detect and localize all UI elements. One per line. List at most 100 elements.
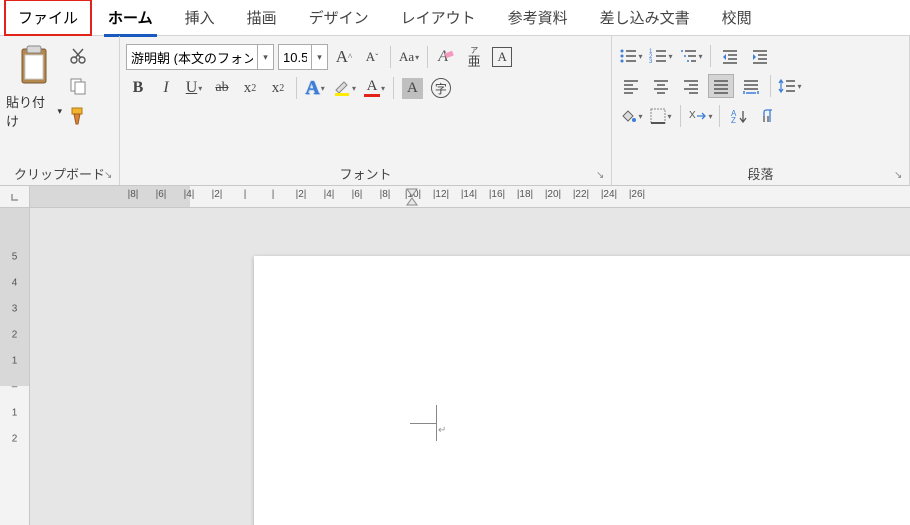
paint-bucket-icon (619, 108, 637, 124)
align-justify-icon (712, 78, 730, 94)
enclose-characters-button[interactable]: 字 (429, 76, 453, 100)
indent-marker-icon[interactable] (406, 186, 418, 208)
horizontal-ruler[interactable]: |8||6||4||2||||2||4||6||8||10||12||14||1… (30, 186, 910, 208)
chevron-down-icon: ▾ (414, 53, 419, 62)
ltr-button[interactable]: X ▾ (687, 104, 713, 128)
shading-button[interactable]: ▾ (618, 104, 644, 128)
show-marks-button[interactable] (756, 104, 782, 128)
separator (296, 77, 297, 99)
font-size-combo[interactable]: ▾ (278, 44, 328, 70)
borders-button[interactable]: ▾ (648, 104, 674, 128)
decrease-indent-button[interactable] (717, 44, 743, 68)
work-area: 54321–12 ↵ (0, 208, 910, 525)
svg-text:3: 3 (649, 59, 653, 64)
tab-layout[interactable]: レイアウト (385, 0, 492, 36)
subscript-button[interactable]: x2 (238, 76, 262, 100)
text-direction-ltr-icon: X (687, 108, 707, 124)
font-name-input[interactable] (127, 50, 257, 65)
text-effects-button[interactable]: A ▾ (303, 76, 327, 100)
chevron-down-icon: ▾ (351, 84, 356, 93)
line-spacing-icon (778, 78, 796, 94)
vertical-ruler[interactable]: 54321–12 (0, 208, 30, 525)
chevron-down-icon[interactable]: ▾ (311, 45, 327, 69)
align-justify-button[interactable] (708, 74, 734, 98)
increase-indent-button[interactable] (747, 44, 773, 68)
bullets-button[interactable]: ▾ (618, 44, 644, 68)
strikethrough-button[interactable]: ab (210, 76, 234, 100)
copy-button[interactable] (66, 74, 90, 98)
tab-home[interactable]: ホーム (92, 0, 169, 36)
outdent-icon (721, 48, 739, 64)
shrink-font-button[interactable]: Aˇ (360, 45, 384, 69)
separator (393, 77, 394, 99)
chevron-down-icon: ▾ (637, 112, 642, 121)
superscript-button[interactable]: x2 (266, 76, 290, 100)
cut-button[interactable] (66, 44, 90, 68)
change-case-button[interactable]: Aa▾ (397, 45, 421, 69)
tab-selector[interactable] (0, 186, 30, 208)
bold-button[interactable]: B (126, 76, 150, 100)
ribbon-tabs: ファイル ホーム 挿入 描画 デザイン レイアウト 参考資料 差し込み文書 校閲 (0, 0, 910, 36)
font-color-button[interactable]: A ▾ (362, 76, 387, 100)
group-label-paragraph: 段落 (618, 162, 903, 183)
page (254, 256, 910, 525)
phonetic-guide-button[interactable]: ア 亜 (462, 45, 486, 69)
tab-references[interactable]: 参考資料 (492, 0, 584, 36)
character-shading-button[interactable]: A (400, 76, 425, 100)
group-label-font: フォント (126, 162, 605, 183)
highlight-button[interactable]: ▾ (331, 76, 358, 100)
align-center-icon (652, 78, 670, 94)
group-clipboard: 貼り付け ▾ (0, 36, 120, 185)
copy-icon (69, 77, 87, 95)
brush-icon (68, 106, 88, 126)
tab-mailings[interactable]: 差し込み文書 (584, 0, 706, 36)
sort-button[interactable]: A Z (726, 104, 752, 128)
separator (719, 105, 720, 127)
align-right-icon (682, 78, 700, 94)
paste-button[interactable]: 貼り付け ▾ (6, 44, 62, 130)
group-paragraph: ▾ 1 2 3 ▾ ▾ (612, 36, 910, 185)
chevron-down-icon: ▾ (707, 112, 712, 121)
tab-design[interactable]: デザイン (293, 0, 385, 36)
tab-file[interactable]: ファイル (4, 0, 92, 36)
dialog-launcher-icon[interactable]: ↘ (104, 170, 116, 182)
group-label-clipboard: クリップボード (6, 162, 113, 183)
pilcrow-icon (760, 108, 778, 124)
group-font: ▾ ▾ A^ Aˇ Aa▾ A ア 亜 (120, 36, 612, 185)
tab-draw[interactable]: 描画 (231, 0, 293, 36)
dialog-launcher-icon[interactable]: ↘ (894, 170, 906, 182)
ruler-row: |8||6||4||2||||2||4||6||8||10||12||14||1… (0, 186, 910, 208)
distributed-button[interactable] (738, 74, 764, 98)
tab-insert[interactable]: 挿入 (169, 0, 231, 36)
line-spacing-button[interactable]: ▾ (777, 74, 803, 98)
italic-button[interactable]: I (154, 76, 178, 100)
align-center-button[interactable] (648, 74, 674, 98)
tab-review[interactable]: 校閲 (706, 0, 768, 36)
clear-formatting-button[interactable]: A (434, 45, 458, 69)
chevron-down-icon: ▾ (667, 52, 672, 61)
separator (680, 105, 681, 127)
underline-button[interactable]: U▾ (182, 76, 206, 100)
scissors-icon (69, 47, 87, 65)
indent-icon (751, 48, 769, 64)
chevron-down-icon: ▾ (666, 112, 671, 121)
grow-font-button[interactable]: A^ (332, 45, 356, 69)
align-left-button[interactable] (618, 74, 644, 98)
dialog-launcher-icon[interactable]: ↘ (596, 170, 608, 182)
separator (710, 45, 711, 67)
align-right-button[interactable] (678, 74, 704, 98)
svg-text:X: X (689, 110, 696, 121)
character-border-button[interactable]: A (490, 45, 514, 69)
multilevel-list-button[interactable]: ▾ (678, 44, 704, 68)
sort-icon: A Z (730, 108, 748, 124)
numbering-button[interactable]: 1 2 3 ▾ (648, 44, 674, 68)
chevron-down-icon: ▾ (320, 84, 325, 93)
font-size-input[interactable] (279, 50, 311, 65)
chevron-down-icon: ▾ (796, 82, 801, 91)
font-name-combo[interactable]: ▾ (126, 44, 274, 70)
chevron-down-icon[interactable]: ▾ (257, 45, 273, 69)
svg-text:Z: Z (731, 116, 736, 124)
document-area[interactable]: ↵ (30, 208, 910, 525)
chevron-down-icon: ▾ (197, 84, 202, 93)
format-painter-button[interactable] (66, 104, 90, 128)
